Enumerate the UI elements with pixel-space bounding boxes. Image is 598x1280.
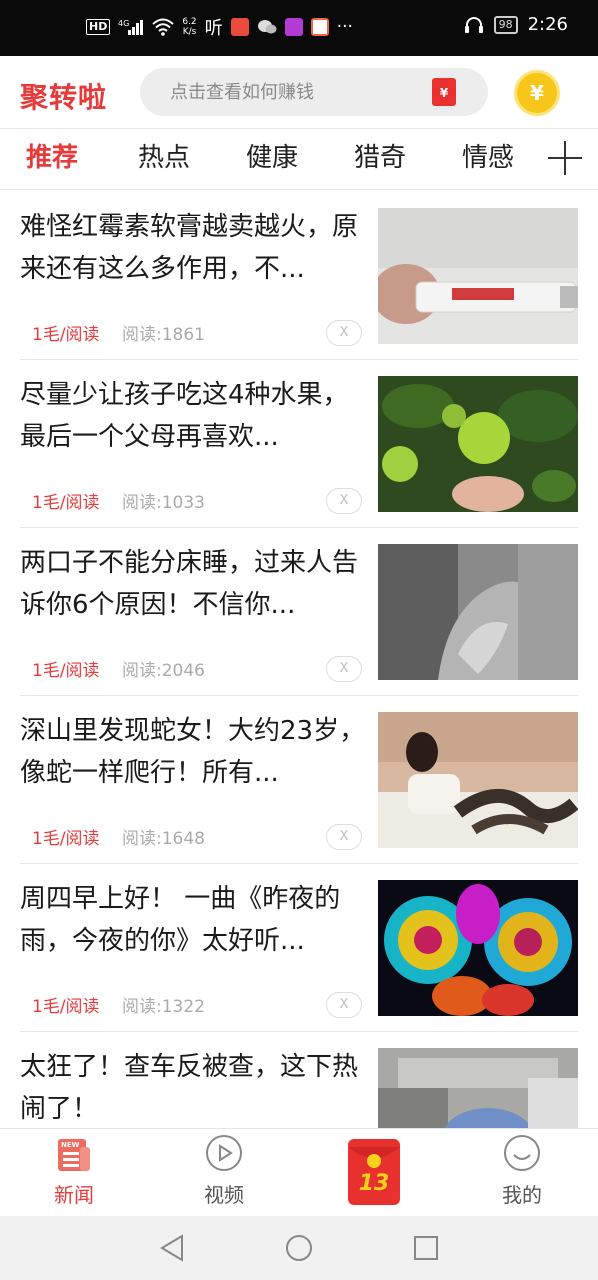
article-reward: 1毛/阅读 bbox=[32, 829, 100, 849]
coin-icon[interactable]: ¥ bbox=[514, 70, 560, 116]
nav-video[interactable]: 视频 bbox=[164, 1129, 284, 1217]
article-thumbnail[interactable] bbox=[378, 208, 578, 344]
article-item[interactable]: 太狂了！查车反被查，这下热闹了！ bbox=[0, 1032, 598, 1128]
speed-value: 6.2 bbox=[182, 17, 197, 27]
article-item[interactable]: 两口子不能分床睡，过来人告诉你6个原因！不信你... 1毛/阅读 阅读:2046… bbox=[0, 528, 598, 696]
ting-icon: 听 bbox=[204, 18, 223, 39]
dismiss-button[interactable]: X bbox=[326, 824, 362, 850]
dismiss-button[interactable]: X bbox=[326, 488, 362, 514]
wifi-icon bbox=[152, 18, 175, 36]
svg-text:4G: 4G bbox=[118, 19, 129, 28]
dismiss-button[interactable]: X bbox=[326, 656, 362, 682]
article-item[interactable]: 周四早上好！ 一曲《昨夜的雨，今夜的你》太好听... 1毛/阅读 阅读:1322… bbox=[0, 864, 598, 1032]
red-packet-count: 13 bbox=[358, 1171, 390, 1196]
more-notifications-icon: ··· bbox=[336, 17, 353, 37]
news-icon: NEW bbox=[58, 1139, 90, 1171]
article-read-count: 阅读:1033 bbox=[122, 493, 205, 513]
article-thumbnail[interactable] bbox=[378, 880, 578, 1016]
article-read-count: 阅读:1322 bbox=[122, 997, 205, 1017]
news-badge: NEW bbox=[61, 1141, 80, 1149]
article-reward: 1毛/阅读 bbox=[32, 325, 100, 345]
article-title[interactable]: 难怪红霉素软膏越卖越火，原来还有这么多作用，不... bbox=[20, 206, 366, 290]
article-item[interactable]: 尽量少让孩子吃这4种水果，最后一个父母再喜欢... 1毛/阅读 阅读:1033 … bbox=[0, 360, 598, 528]
battery-icon: 98 bbox=[493, 15, 518, 34]
nav-mine-label: 我的 bbox=[502, 1183, 542, 1207]
home-icon[interactable] bbox=[284, 1233, 314, 1263]
back-icon[interactable] bbox=[158, 1233, 186, 1263]
headphone-icon bbox=[464, 16, 483, 33]
status-left: HD 4G 6.2 K/s 听 ··· bbox=[86, 14, 353, 40]
music-app-icon bbox=[284, 18, 303, 36]
browser-app-icon bbox=[310, 18, 329, 36]
article-read-count: 阅读:1648 bbox=[122, 829, 205, 849]
article-title[interactable]: 太狂了！查车反被查，这下热闹了！ bbox=[20, 1046, 366, 1128]
tab-hot[interactable]: 热点 bbox=[138, 137, 190, 174]
system-navigation-bar bbox=[0, 1216, 598, 1280]
hd-icon: HD bbox=[86, 19, 111, 35]
notification-app-icon bbox=[230, 18, 249, 36]
red-packet-glyph: ¥ bbox=[439, 86, 449, 100]
dismiss-button[interactable]: X bbox=[326, 992, 362, 1018]
red-packet-icon[interactable]: ¥ bbox=[432, 78, 456, 106]
nav-video-label: 视频 bbox=[204, 1183, 244, 1207]
recents-icon[interactable] bbox=[412, 1234, 440, 1262]
article-title[interactable]: 尽量少让孩子吃这4种水果，最后一个父母再喜欢... bbox=[20, 374, 366, 458]
article-thumbnail[interactable] bbox=[378, 544, 578, 680]
play-icon bbox=[206, 1135, 242, 1171]
tab-curious[interactable]: 猎奇 bbox=[354, 137, 406, 174]
search-bar[interactable]: ¥ bbox=[140, 68, 488, 116]
clock: 2:26 bbox=[527, 14, 568, 35]
signal-icon: 4G bbox=[118, 19, 144, 35]
category-tabs: 推荐 热点 健康 猎奇 情感 bbox=[0, 128, 598, 190]
article-reward: 1毛/阅读 bbox=[32, 997, 100, 1017]
article-reward: 1毛/阅读 bbox=[32, 493, 100, 513]
tab-recommended[interactable]: 推荐 bbox=[26, 137, 78, 174]
add-channel-icon[interactable] bbox=[548, 141, 582, 175]
article-thumbnail[interactable] bbox=[378, 712, 578, 848]
search-input[interactable] bbox=[170, 78, 410, 106]
article-reward: 1毛/阅读 bbox=[32, 661, 100, 681]
dismiss-button[interactable]: X bbox=[326, 320, 362, 346]
smile-icon bbox=[504, 1135, 540, 1171]
news-feed[interactable]: 难怪红霉素软膏越卖越火，原来还有这么多作用，不... 1毛/阅读 阅读:1861… bbox=[0, 192, 598, 1128]
app-logo: 聚转啦 bbox=[20, 81, 108, 114]
article-title[interactable]: 两口子不能分床睡，过来人告诉你6个原因！不信你... bbox=[20, 542, 366, 626]
tab-health[interactable]: 健康 bbox=[246, 137, 298, 174]
nav-news-label: 新闻 bbox=[54, 1183, 94, 1207]
status-right: 98 2:26 bbox=[464, 14, 568, 35]
wechat-icon bbox=[257, 20, 277, 34]
nav-red-packet[interactable]: 13 bbox=[314, 1129, 434, 1217]
speed-unit: K/s bbox=[182, 27, 197, 37]
status-bar: HD 4G 6.2 K/s 听 ··· 98 2:26 bbox=[0, 0, 598, 56]
bottom-navigation: NEW 新闻 视频 13 我的 bbox=[0, 1128, 598, 1216]
nav-news[interactable]: NEW 新闻 bbox=[14, 1129, 134, 1217]
article-thumbnail[interactable] bbox=[378, 1048, 578, 1128]
article-read-count: 阅读:2046 bbox=[122, 661, 205, 681]
article-title[interactable]: 周四早上好！ 一曲《昨夜的雨，今夜的你》太好听... bbox=[20, 878, 366, 962]
article-thumbnail[interactable] bbox=[378, 376, 578, 512]
app-header: 聚转啦 ¥ ¥ bbox=[0, 56, 598, 128]
network-speed: 6.2 K/s bbox=[182, 17, 196, 37]
nav-mine[interactable]: 我的 bbox=[462, 1129, 582, 1217]
article-item[interactable]: 难怪红霉素软膏越卖越火，原来还有这么多作用，不... 1毛/阅读 阅读:1861… bbox=[0, 192, 598, 360]
article-title[interactable]: 深山里发现蛇女！大约23岁，像蛇一样爬行！所有... bbox=[20, 710, 366, 794]
article-item[interactable]: 深山里发现蛇女！大约23岁，像蛇一样爬行！所有... 1毛/阅读 阅读:1648… bbox=[0, 696, 598, 864]
tab-emotion[interactable]: 情感 bbox=[462, 137, 514, 174]
article-read-count: 阅读:1861 bbox=[122, 325, 205, 345]
